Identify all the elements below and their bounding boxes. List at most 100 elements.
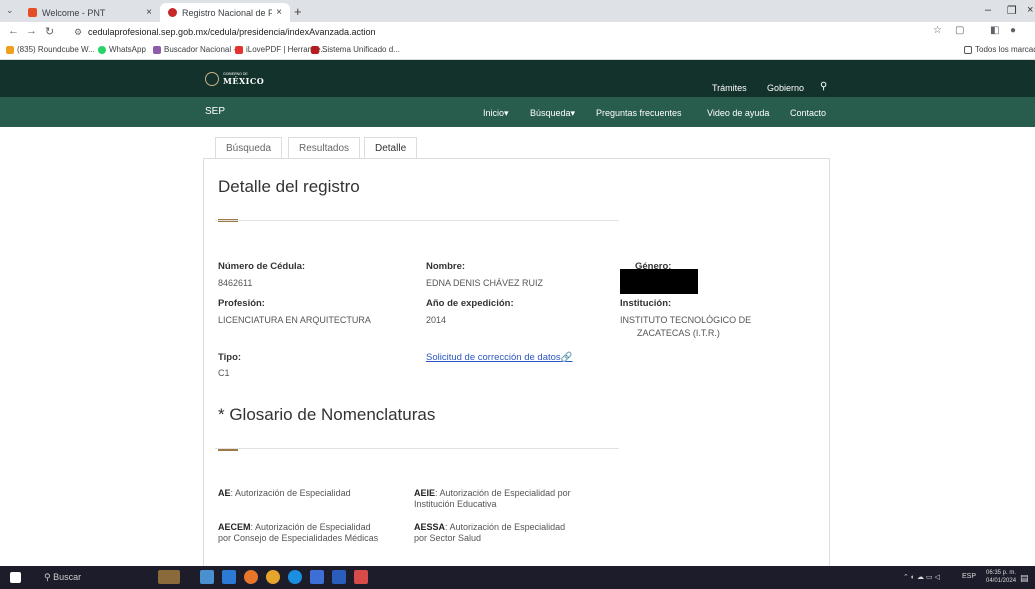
browser-tab-welcome[interactable]: Welcome - PNT × — [20, 3, 160, 22]
gobierno-mexico-logo[interactable]: GOBIERNO DE MÉXICO — [205, 72, 264, 86]
screen: { "browser": { "tabs": [ {"title": "Welc… — [0, 0, 1035, 589]
close-icon[interactable]: × — [276, 7, 282, 18]
url-text: cedulaprofesional.sep.gob.mx/cedula/pres… — [88, 27, 376, 37]
buscador-icon — [153, 45, 161, 54]
tab-title: Registro Nacional de Profesion — [182, 7, 273, 18]
link-icon: 🔗 — [560, 352, 573, 363]
folder-icon — [964, 45, 972, 54]
bookmark-label: (835) Roundcube W... — [17, 45, 95, 54]
gov-header: GOBIERNO DE MÉXICO Trámites Gobierno ⚲ — [0, 60, 1035, 97]
chrome-icon[interactable] — [266, 570, 280, 584]
profile-icon[interactable]: ● — [1010, 25, 1016, 36]
url-field[interactable]: ⚙ cedulaprofesional.sep.gob.mx/cedula/pr… — [72, 24, 952, 40]
redaction-box — [620, 269, 698, 294]
clock-time: 06:35 p. m. — [986, 570, 1017, 576]
bookmark-roundcube[interactable]: (835) Roundcube W... — [6, 45, 95, 54]
edge-icon[interactable] — [288, 570, 302, 584]
nav-inicio[interactable]: Inicio▾ — [483, 108, 509, 119]
notifications-icon[interactable]: ▤ — [1020, 573, 1029, 584]
nav-preguntas[interactable]: Preguntas frecuentes — [596, 108, 682, 118]
divider — [215, 448, 619, 449]
back-icon[interactable]: ← — [8, 25, 19, 37]
tray-icons[interactable]: ⌃ ◐ ☁ ▭ ◁ — [903, 573, 940, 581]
cedula-value: 8462611 — [218, 278, 253, 288]
tab-busqueda[interactable]: Búsqueda — [215, 137, 283, 159]
detail-title: Detalle del registro — [218, 177, 360, 196]
correction-link-label: Solicitud de corrección de datos — [426, 352, 561, 363]
glossary-code: AE — [218, 488, 231, 498]
nav-label: Búsqueda — [530, 108, 571, 118]
task-view-icon[interactable] — [200, 570, 214, 584]
search-icon[interactable]: ⚲ — [820, 81, 827, 92]
bookmark-label: Todos los marcadores — [975, 45, 1035, 54]
nav-video[interactable]: Video de ayuda — [707, 108, 769, 118]
tramites-link[interactable]: Trámites — [712, 83, 747, 93]
reload-icon[interactable]: ↻ — [45, 25, 54, 38]
ilovepdf-icon — [235, 45, 243, 54]
glossary-item-aecem: AECEM: Autorización de Especialidad por … — [218, 522, 379, 543]
site-info-icon[interactable]: ⚙ — [74, 24, 82, 40]
glossary-desc-2: por Consejo de Especialidades Médicas — [218, 533, 379, 543]
tab-detalle[interactable]: Detalle — [364, 137, 418, 159]
nav-busqueda[interactable]: Búsqueda▾ — [530, 108, 575, 119]
glossary-code: AEIE — [414, 488, 436, 498]
institucion-value-line2: ZACATECAS (I.T.R.) — [637, 328, 720, 338]
sidebar-icon[interactable]: ◧ — [990, 25, 999, 36]
glossary-item-aessa: AESSA: Autorización de Especialidad por … — [414, 522, 566, 543]
sep-header: SEP Inicio▾ Búsqueda▾ Preguntas frecuent… — [0, 97, 1035, 127]
close-window-icon[interactable]: × — [1027, 4, 1033, 16]
star-icon[interactable]: ☆ — [933, 25, 942, 36]
browser-tab-registro[interactable]: Registro Nacional de Profesion × — [160, 3, 290, 22]
bookmark-label: Buscador Nacional -... — [164, 45, 243, 54]
tab-resultados[interactable]: Resultados — [288, 137, 361, 159]
bookmark-buscador[interactable]: Buscador Nacional -... — [153, 45, 243, 54]
windows-start-icon[interactable] — [10, 572, 21, 583]
browser-tab-strip: ⌄ Welcome - PNT × Registro Nacional de P… — [0, 0, 1035, 22]
new-tab-icon[interactable]: + — [294, 4, 302, 19]
gobierno-link[interactable]: Gobierno — [767, 83, 804, 93]
bookmark-sistema[interactable]: Sistema Unificado d... — [311, 45, 400, 54]
whatsapp-icon — [98, 45, 106, 54]
glossary-title: * Glosario de Nomenclaturas — [218, 405, 436, 424]
glossary-code: AESSA — [414, 522, 446, 532]
bookmarks-folder[interactable]: Todos los marcadores — [964, 45, 1035, 54]
logo-main-text: MÉXICO — [223, 76, 265, 86]
bookmarks-bar: (835) Roundcube W... WhatsApp Buscador N… — [0, 42, 1035, 60]
language-indicator[interactable]: ESP — [962, 573, 976, 580]
tab-search-icon[interactable]: ⌄ — [6, 5, 14, 16]
sistema-icon — [311, 45, 319, 54]
forward-icon[interactable]: → — [26, 25, 37, 37]
anio-label: Año de expedición: — [426, 298, 514, 309]
glossary-desc-2: Institución Educativa — [414, 499, 497, 509]
nav-label: Inicio — [483, 108, 505, 118]
taskbar-search[interactable]: ⚲ Buscar — [44, 572, 81, 583]
bookmark-label: Sistema Unificado d... — [322, 45, 400, 54]
address-row: ← → ↻ ⚙ cedulaprofesional.sep.gob.mx/ced… — [0, 22, 1035, 42]
acrobat-icon[interactable] — [354, 570, 368, 584]
firefox-icon[interactable] — [244, 570, 258, 584]
tipo-label: Tipo: — [218, 352, 242, 363]
extensions-icon[interactable]: ▢ — [955, 25, 964, 36]
bookmark-whatsapp[interactable]: WhatsApp — [98, 45, 146, 54]
correction-link[interactable]: Solicitud de corrección de datos🔗 — [426, 352, 573, 363]
glossary-desc: Autorización de Especialidad por — [439, 488, 571, 498]
store-icon[interactable] — [310, 570, 324, 584]
glossary-desc: Autorización de Especialidad — [255, 522, 371, 532]
clock[interactable]: 06:35 p. m. 04/01/2024 — [986, 569, 1016, 585]
nav-contacto[interactable]: Contacto — [790, 108, 826, 118]
glossary-desc: Autorización de Especialidad — [449, 522, 566, 532]
bookmark-label: WhatsApp — [109, 45, 146, 54]
glossary-item-ae: AE: Autorización de Especialidad — [218, 488, 351, 498]
widgets-icon[interactable] — [158, 570, 180, 584]
restore-icon[interactable]: ❐ — [1007, 4, 1017, 17]
outlook-icon[interactable] — [332, 570, 346, 584]
file-explorer-icon[interactable] — [222, 570, 236, 584]
close-icon[interactable]: × — [146, 7, 152, 18]
tipo-value: C1 — [218, 368, 230, 378]
profesion-label: Profesión: — [218, 298, 265, 309]
nombre-label: Nombre: — [426, 261, 466, 272]
sep-label: SEP — [205, 106, 226, 117]
institucion-value-line1: INSTITUTO TECNOLÓGICO DE — [620, 315, 752, 325]
tab-title: Welcome - PNT — [42, 7, 106, 18]
minimize-icon[interactable]: – — [985, 4, 991, 16]
